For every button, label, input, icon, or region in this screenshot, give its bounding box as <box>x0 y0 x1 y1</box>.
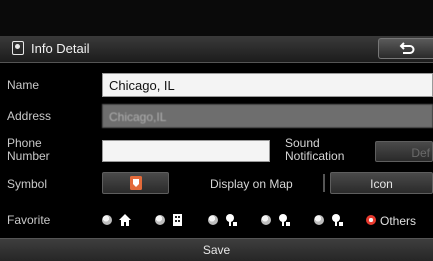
display-on-map-button[interactable]: Icon <box>330 172 433 194</box>
office-icon <box>173 214 182 226</box>
name-label: Name <box>7 78 40 92</box>
back-button[interactable] <box>378 38 433 59</box>
info-icon <box>12 41 24 55</box>
poi-marker-icon <box>130 176 142 190</box>
favorite-label: Favorite <box>7 213 51 227</box>
sound-notification-label: Sound Notification <box>285 136 345 163</box>
phone-label: Phone Number <box>7 136 50 163</box>
radio-button[interactable] <box>208 215 218 225</box>
symbol-label: Symbol <box>7 177 48 191</box>
favorite-pin-3-option[interactable] <box>314 213 350 229</box>
title-bar: Info Detail <box>0 36 433 63</box>
favorite-office-option[interactable] <box>155 213 191 229</box>
address-field: Chicago,IL <box>102 104 433 128</box>
back-arrow-icon <box>399 42 415 54</box>
favorite-pin-2-option[interactable] <box>261 213 297 229</box>
save-button[interactable]: Save <box>0 238 433 261</box>
divider <box>323 174 325 192</box>
symbol-button[interactable] <box>102 172 169 194</box>
display-on-map-label: Display on Map <box>210 177 293 191</box>
radio-button[interactable] <box>314 215 324 225</box>
page-title: Info Detail <box>31 41 90 56</box>
radio-button-selected[interactable] <box>366 215 376 225</box>
pin-2-icon <box>279 214 290 226</box>
sound-notification-button[interactable]: Def <box>375 141 433 162</box>
pin-3-icon <box>332 214 343 226</box>
radio-button[interactable] <box>155 215 165 225</box>
favorite-others-option[interactable]: Others <box>366 213 433 229</box>
others-label: Others <box>380 214 417 228</box>
save-label: Save <box>202 243 231 257</box>
favorite-pin-1-option[interactable] <box>208 213 244 229</box>
home-icon <box>119 214 131 226</box>
pin-1-icon <box>226 214 237 226</box>
favorite-home-option[interactable] <box>102 213 138 229</box>
phone-field[interactable] <box>102 140 270 162</box>
radio-button[interactable] <box>261 215 271 225</box>
address-label: Address <box>7 109 52 123</box>
name-field[interactable]: Chicago, IL <box>102 73 433 97</box>
status-bar <box>0 0 433 36</box>
radio-button[interactable] <box>102 215 112 225</box>
